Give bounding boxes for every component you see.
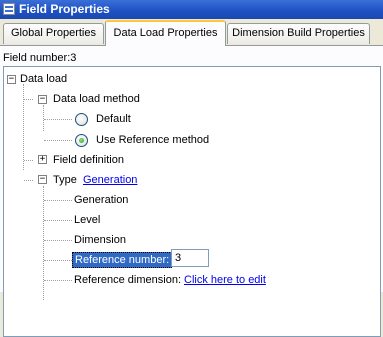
- tree-node-data-load[interactable]: Data load: [20, 72, 67, 86]
- expand-field-definition-icon[interactable]: +: [38, 155, 47, 164]
- collapse-type-icon[interactable]: −: [38, 175, 47, 184]
- radio-default[interactable]: [75, 113, 88, 126]
- collapse-data-load-method-icon[interactable]: −: [38, 95, 47, 104]
- tree-node-data-load-method[interactable]: Data load method: [53, 92, 140, 106]
- tree-connector: [23, 84, 24, 170]
- tree-connector: [24, 99, 33, 100]
- tree-connector: [44, 200, 72, 201]
- window-title: Field Properties: [19, 2, 110, 16]
- tree-node-type[interactable]: Type: [53, 173, 77, 187]
- radio-use-reference-method[interactable]: [75, 134, 88, 147]
- window-icon: [3, 3, 15, 15]
- tree-connector: [44, 220, 72, 221]
- option-use-reference-label[interactable]: Use Reference method: [96, 133, 209, 147]
- reference-dimension-label: Reference dimension:: [74, 274, 182, 286]
- tree-connector: [44, 280, 72, 281]
- reference-number-label: Reference number:: [72, 252, 173, 268]
- reference-number-input[interactable]: [171, 249, 209, 267]
- type-value-link[interactable]: Generation: [83, 173, 137, 187]
- tab-dimension-build-properties[interactable]: Dimension Build Properties: [227, 23, 370, 44]
- properties-panel: Field number:3 − Data load − Data load m…: [0, 46, 383, 337]
- tab-bar: Global Properties Data Load Properties D…: [0, 19, 383, 46]
- tree-connector: [43, 186, 44, 300]
- tree-node-dimension[interactable]: Dimension: [74, 233, 126, 247]
- tree-connector: [44, 260, 72, 261]
- properties-tree: − Data load − Data load method Default U…: [3, 66, 381, 337]
- tree-connector: [24, 180, 33, 181]
- reference-dimension-edit-link[interactable]: Click here to edit: [184, 273, 266, 287]
- field-number-label: Field number:3: [3, 52, 77, 64]
- tree-connector: [44, 119, 72, 120]
- tree-node-field-definition[interactable]: Field definition: [53, 153, 124, 167]
- tab-global-properties[interactable]: Global Properties: [3, 23, 104, 44]
- tree-connector: [24, 160, 33, 161]
- tree-node-generation[interactable]: Generation: [74, 193, 128, 207]
- tree-connector: [43, 105, 44, 131]
- tab-data-load-properties[interactable]: Data Load Properties: [105, 20, 226, 46]
- collapse-data-load-icon[interactable]: −: [7, 75, 16, 84]
- title-bar[interactable]: Field Properties: [0, 0, 383, 19]
- tree-connector: [44, 140, 72, 141]
- option-default-label[interactable]: Default: [96, 112, 131, 126]
- tree-connector: [44, 240, 72, 241]
- tree-node-level[interactable]: Level: [74, 213, 100, 227]
